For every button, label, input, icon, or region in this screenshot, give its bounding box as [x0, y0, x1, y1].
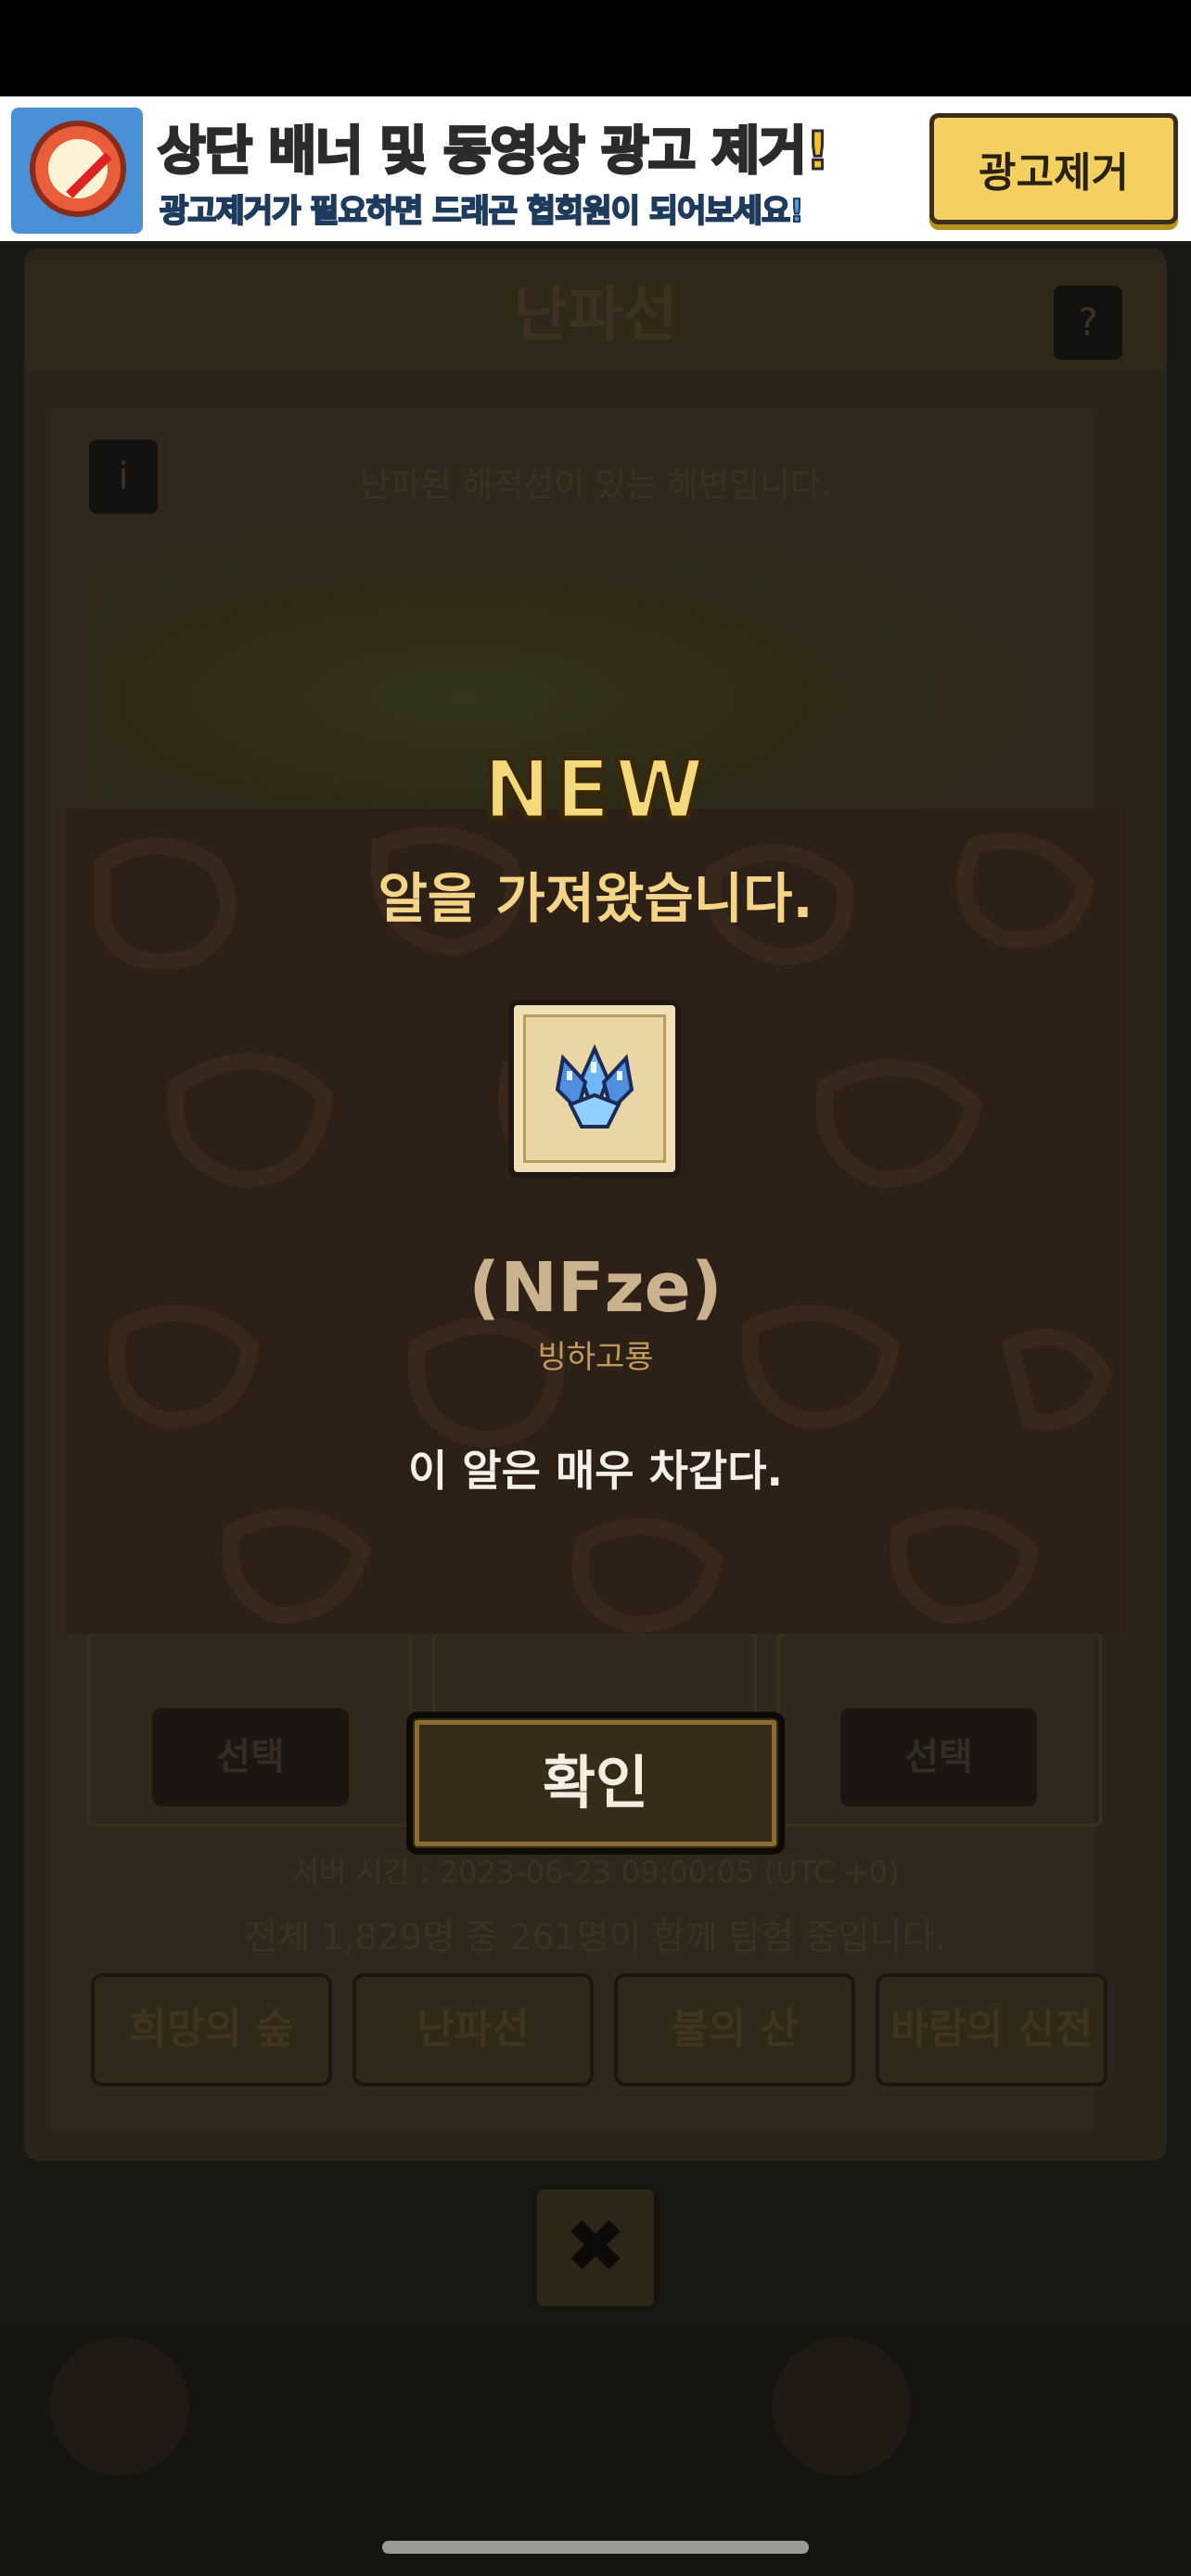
- ad-title: 상단 배너 및 동영상 광고 제거!: [156, 121, 830, 184]
- stage-description: 난파된 해적선이 있는 해변입니다.: [359, 466, 832, 504]
- close-icon[interactable]: ✖: [532, 2185, 659, 2311]
- tab-forest-of-hope[interactable]: 희망의 숲: [91, 1973, 332, 2086]
- popup-title: 알을 가져왔습니다.: [378, 867, 813, 930]
- egg-name: (NFze): [468, 1248, 723, 1328]
- player-count: 전체 1,829명 중 261명이 함께 탐험 중입니다.: [245, 1917, 946, 1958]
- tab-fire-mountain[interactable]: 불의 산: [614, 1973, 855, 2086]
- ad-subtitle: 광고제거가 필요하면 드래곤 협회원이 되어보세요!: [159, 192, 805, 231]
- bottom-navigation: [0, 2327, 1191, 2576]
- new-badge: NEW: [480, 740, 709, 840]
- remove-ads-button[interactable]: 광고제거: [929, 113, 1178, 224]
- select-button[interactable]: 선택: [840, 1708, 1037, 1806]
- confirm-button[interactable]: 확인: [406, 1712, 785, 1855]
- bottom-nav-button[interactable]: [50, 2337, 189, 2476]
- server-time: 서버 시간 : 2023-06-23 09:00:05 (UTC +0): [291, 1855, 900, 1890]
- tab-wind-temple[interactable]: 바람의 신전: [876, 1973, 1108, 2086]
- select-button[interactable]: 선택: [152, 1708, 349, 1806]
- home-indicator[interactable]: [382, 2541, 809, 2554]
- egg-type: 빙하고룡: [537, 1339, 654, 1376]
- ice-crystal-egg-icon: [555, 1044, 634, 1129]
- egg-card: [508, 1000, 681, 1178]
- background-header: 난파선 ?: [24, 260, 1167, 371]
- no-ads-clock-icon: [11, 108, 143, 234]
- ad-banner[interactable]: 상단 배너 및 동영상 광고 제거! 광고제거가 필요하면 드래곤 협회원이 되…: [0, 96, 1191, 241]
- bottom-nav-button[interactable]: [772, 2337, 911, 2476]
- page-title: 난파선: [513, 281, 678, 350]
- help-icon[interactable]: ?: [1054, 286, 1122, 360]
- tab-shipwreck[interactable]: 난파선: [352, 1973, 594, 2086]
- status-bar: [0, 0, 1191, 96]
- egg-description: 이 알은 매우 차갑다.: [407, 1446, 784, 1496]
